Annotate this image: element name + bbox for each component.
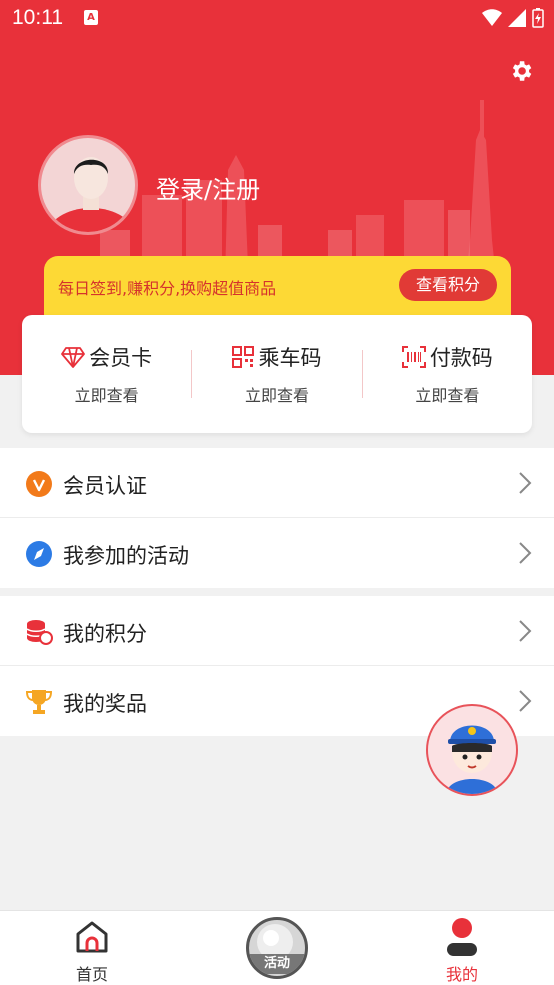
payment-code-entry[interactable]: 付款码 立即查看 [363, 315, 532, 433]
card-item-title: 会员卡 [89, 346, 153, 370]
card-item-sub: 立即查看 [74, 386, 139, 405]
card-item-title: 乘车码 [258, 346, 322, 370]
menu-item-label: 会员认证 [63, 474, 147, 498]
points-promo-bar: 每日签到,赚积分,换购超值商品 查看积分 [44, 256, 511, 316]
diamond-icon [61, 347, 86, 368]
user-avatar[interactable] [38, 135, 138, 235]
mascot-icon [446, 725, 498, 794]
bottom-tab-bar: 首页 活动 我的 [0, 910, 554, 985]
view-points-button[interactable]: 查看积分 [399, 269, 497, 301]
tab-label: 首页 [75, 965, 108, 984]
status-time: 10:11 [12, 6, 63, 29]
chevron-right-icon [519, 542, 532, 564]
card-item-sub: 立即查看 [244, 386, 309, 405]
menu-item-label: 我的奖品 [63, 692, 147, 716]
tab-label: 我的 [445, 965, 478, 984]
floating-mascot-button[interactable] [426, 704, 518, 796]
verified-icon [26, 471, 52, 497]
menu-group-account: 会员认证 我参加的活动 [0, 448, 554, 588]
ride-code-entry[interactable]: 乘车码 立即查看 [192, 315, 361, 433]
menu-item-label: 我的积分 [63, 622, 147, 646]
login-register-link[interactable]: 登录/注册 [156, 170, 260, 205]
card-item-title: 付款码 [429, 346, 493, 370]
menu-item-member-verification[interactable]: 会员认证 [0, 448, 554, 518]
wifi-icon [482, 9, 502, 26]
qrcode-icon [232, 346, 255, 368]
battery-icon [532, 8, 544, 28]
trophy-icon [25, 690, 53, 714]
menu-item-my-points[interactable]: 我的积分 [0, 596, 554, 666]
tab-activity[interactable]: 活动 [246, 917, 308, 979]
signal-icon [508, 9, 526, 27]
chevron-right-icon [519, 690, 532, 712]
profile-icon [447, 918, 477, 956]
barcode-icon [401, 346, 426, 368]
notification-icon: A [84, 10, 98, 25]
coins-icon [26, 620, 53, 645]
settings-gear-icon[interactable] [508, 58, 534, 84]
compass-icon [26, 541, 52, 567]
status-icons [482, 8, 544, 28]
tab-label: 活动 [249, 954, 305, 974]
membership-card-entry[interactable]: 会员卡 立即查看 [22, 315, 191, 433]
points-promo-text: 每日签到,赚积分,换购超值商品 [58, 279, 277, 298]
status-bar: 10:11 A [0, 0, 554, 38]
chevron-right-icon [519, 472, 532, 494]
chevron-right-icon [519, 620, 532, 642]
card-item-sub: 立即查看 [415, 386, 480, 405]
menu-item-label: 我参加的活动 [63, 544, 189, 568]
member-quick-card: 会员卡 立即查看 乘车码 立即查看 付款码 立即查看 [22, 315, 532, 433]
home-icon [76, 921, 108, 953]
menu-item-my-activities[interactable]: 我参加的活动 [0, 518, 554, 588]
